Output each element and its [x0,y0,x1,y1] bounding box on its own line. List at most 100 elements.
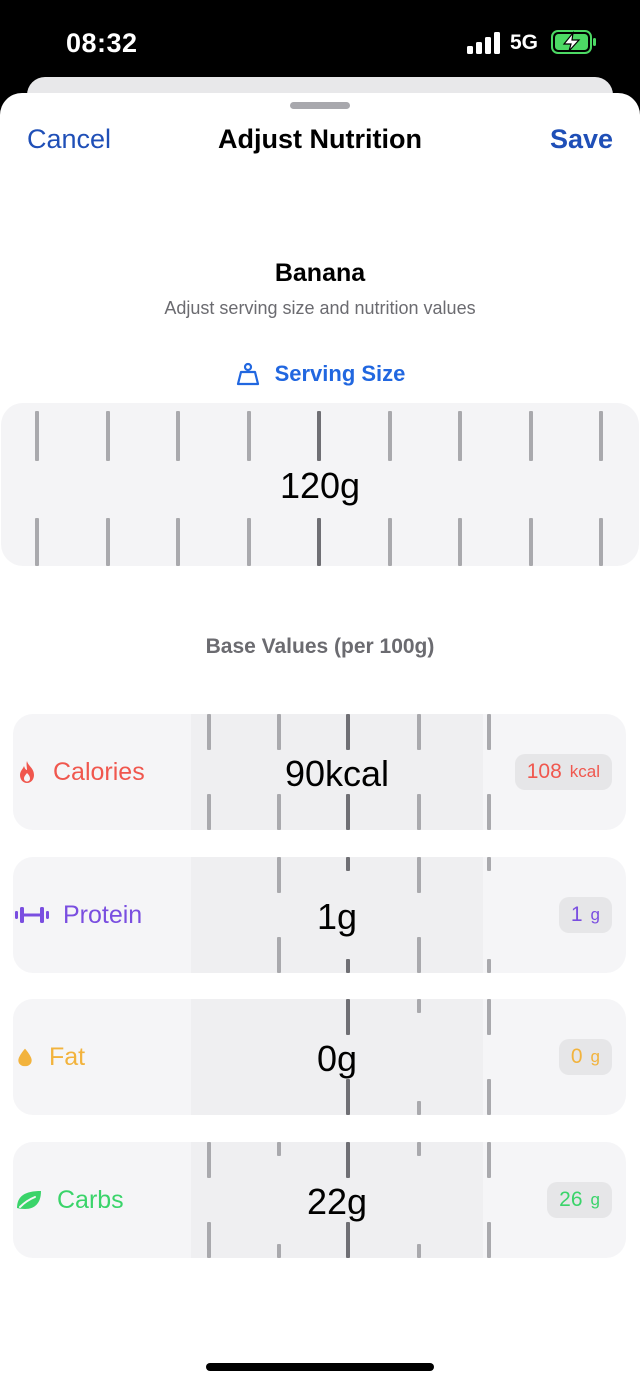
ruler-tick [417,1142,421,1156]
carbs-unit: g [590,1190,600,1209]
ruler-tick [417,857,421,893]
ruler-tick [277,857,281,893]
fat-badge: 0 g [558,1039,612,1075]
carbs-badge: 26 g [547,1182,612,1218]
cellular-signal-icon [467,32,500,54]
save-button[interactable]: Save [550,124,613,155]
ruler-tick [35,411,39,461]
ruler-tick [599,518,603,566]
fat-computed-value: 0 [570,1045,583,1068]
network-type: 5G [510,31,539,54]
nutrient-row-carbs[interactable]: Carbs 22g 26 g [13,1142,626,1258]
ruler-tick [487,959,491,973]
leaf-icon [17,1191,41,1209]
ruler-tick [417,1244,421,1258]
fat-label-text: Fat [49,1042,86,1071]
protein-label: Protein [13,857,142,973]
protein-computed-value: 1 [570,903,583,926]
scale-icon [236,362,259,386]
fat-label: Fat [13,999,85,1115]
ruler-tick [317,411,321,461]
adjust-nutrition-sheet: Cancel Adjust Nutrition Save Banana Adju… [0,93,640,1385]
ruler-tick [487,794,491,830]
fat-value: 0g [316,1038,358,1079]
ruler-tick [417,1101,421,1115]
carbs-label: Carbs [13,1142,124,1258]
ruler-tick [487,857,491,871]
ruler-tick [387,518,392,566]
ruler-tick [346,1222,350,1258]
ruler-tick [487,714,491,750]
ruler-tick [246,411,251,461]
ruler-tick [346,999,350,1035]
ruler-tick [207,1222,211,1258]
page-title: Adjust Nutrition [218,124,422,154]
serving-size-text: Serving Size [274,361,406,386]
ruler-tick [105,411,110,461]
calories-label: Calories [13,714,145,830]
flame-icon [20,761,34,783]
calories-value: 90kcal [284,753,390,794]
protein-label-text: Protein [63,900,143,929]
serving-size-ruler[interactable]: 120g [1,403,639,566]
ruler-tick [105,518,110,566]
status-time: 08:32 [66,28,138,58]
ruler-tick [277,714,281,750]
battery-charging-icon [551,30,596,54]
base-values-title: Base Values (per 100g) [205,635,435,658]
ruler-tick [176,518,180,566]
serving-size-label: Serving Size [0,361,640,387]
ruler-tick [277,937,281,973]
ruler-tick [346,1079,350,1115]
ruler-tick [487,1142,491,1178]
food-subtitle: Adjust serving size and nutrition values [164,298,476,318]
calories-unit: kcal [569,762,600,781]
ruler-tick [317,518,321,566]
dumbbell-icon [15,907,49,923]
ruler-tick [487,1222,491,1258]
ruler-tick [176,411,180,461]
ruler-tick [346,857,350,871]
ruler-tick [417,794,421,830]
ruler-tick [277,1142,281,1156]
carbs-label-text: Carbs [57,1185,124,1214]
food-name: Banana [274,259,366,287]
ruler-tick [487,999,491,1035]
ruler-tick [599,411,603,461]
ruler-tick [207,714,211,750]
ruler-tick [417,999,421,1013]
nutrient-row-protein[interactable]: Protein 1g 1 g [13,857,626,973]
ruler-tick [487,1079,491,1115]
ruler-tick [346,959,350,973]
nutrient-row-calories[interactable]: Calories 90kcal 108 kcal [13,714,626,830]
ruler-tick [346,714,350,750]
ruler-tick [246,518,251,566]
protein-badge: 1 g [558,897,612,933]
drop-icon [18,1048,32,1067]
carbs-value: 22g [306,1181,368,1222]
ruler-tick [417,937,421,973]
ruler-tick [277,1244,281,1258]
home-indicator [206,1363,434,1371]
calories-badge: 108 kcal [514,754,612,790]
ruler-tick [458,411,462,461]
ruler-tick [207,1142,211,1178]
calories-computed-value: 108 [526,760,562,783]
serving-size-value: 120g [279,465,361,506]
ruler-tick [277,794,281,830]
calories-label-text: Calories [53,757,145,786]
ruler-tick [387,411,392,461]
ruler-tick [417,714,421,750]
fat-unit: g [590,1047,600,1066]
ruler-tick [35,518,39,566]
ruler-tick [528,518,533,566]
ruler-tick [346,1142,350,1178]
ruler-tick [528,411,533,461]
protein-unit: g [590,905,600,924]
carbs-computed-value: 26 [559,1188,583,1211]
ruler-tick [458,518,462,566]
ruler-tick [207,794,211,830]
ruler-tick [346,794,350,830]
nutrient-row-fat[interactable]: Fat 0g 0 g [13,999,626,1115]
sheet-grabber[interactable] [290,102,350,109]
